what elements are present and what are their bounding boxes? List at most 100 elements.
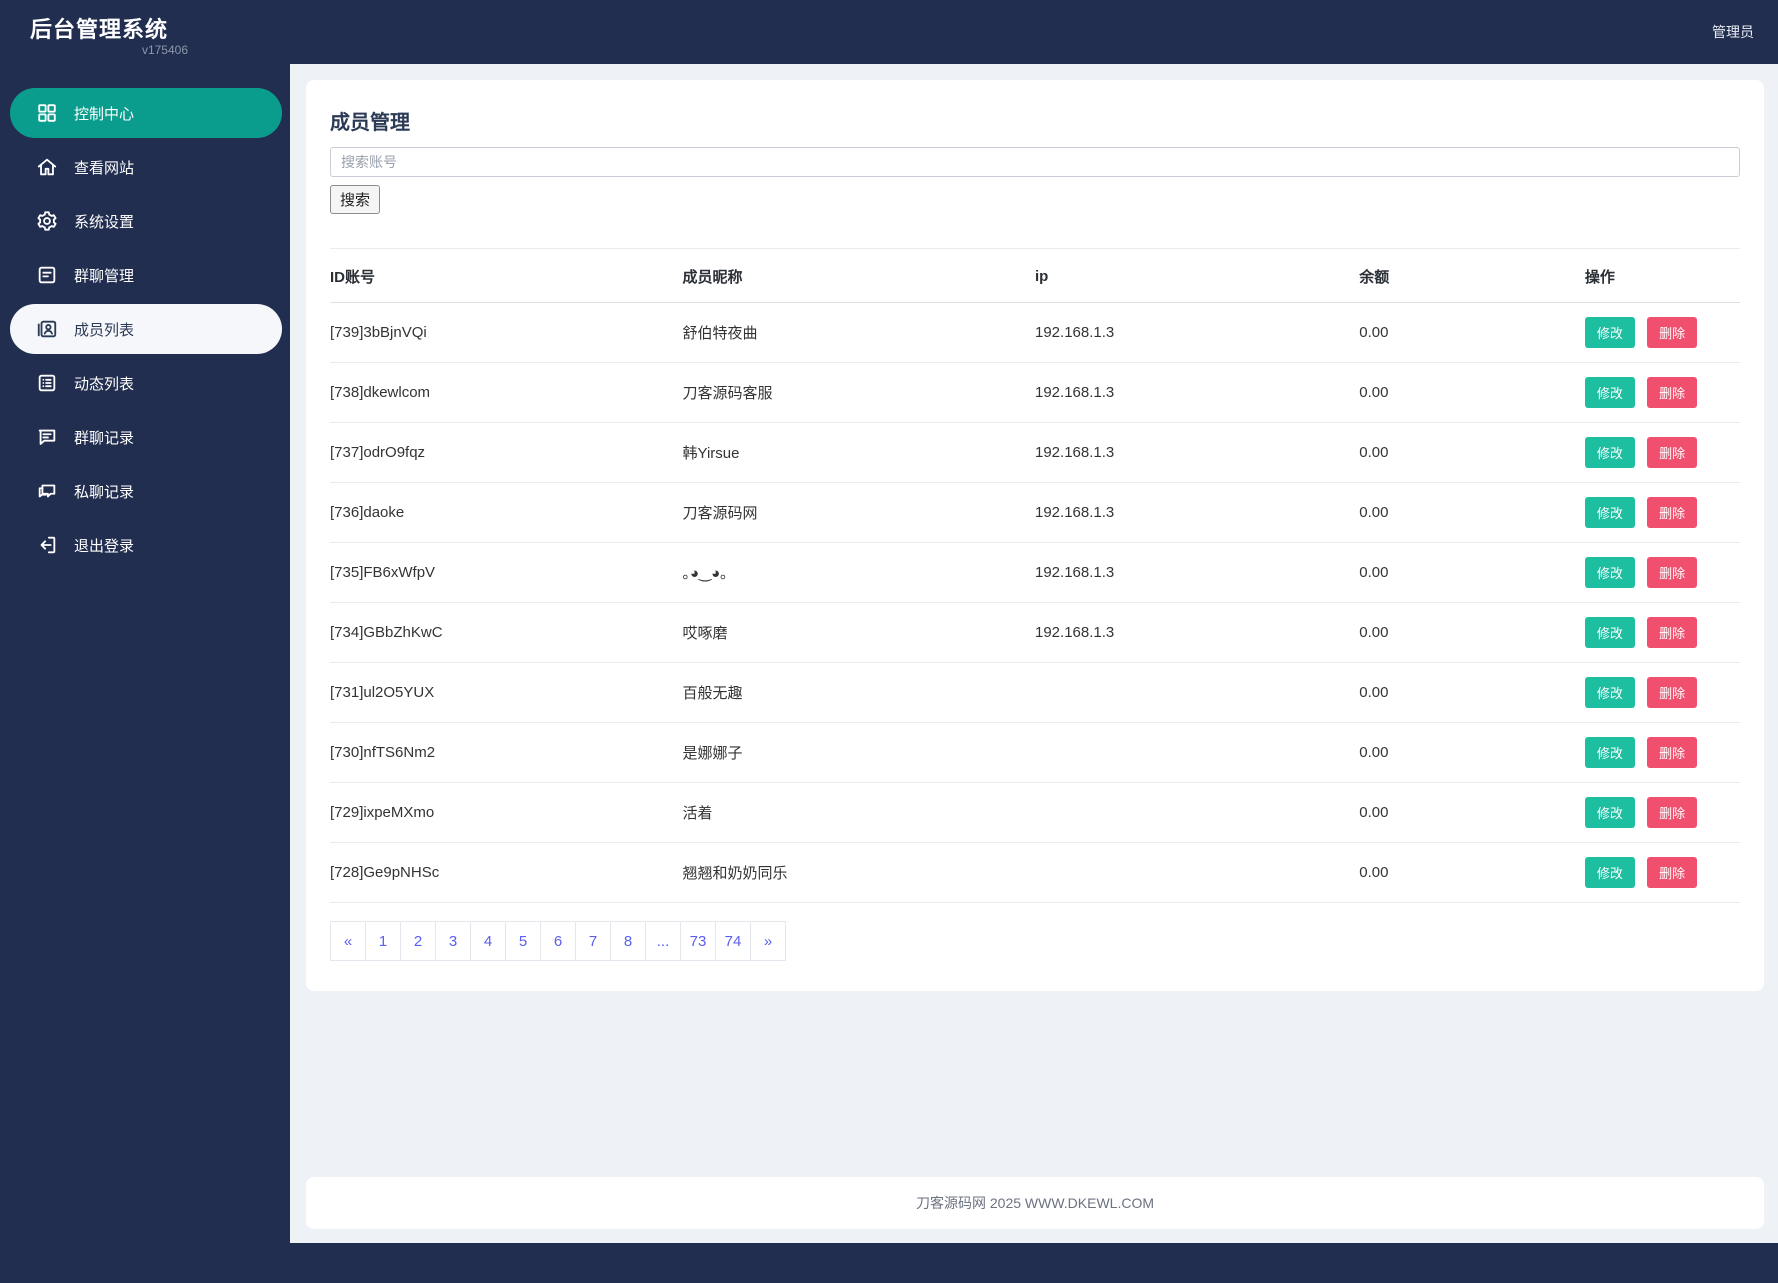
sidebar-item-label: 控制中心 xyxy=(74,105,135,123)
sidebar-item-control-center[interactable]: 控制中心 xyxy=(10,88,282,138)
app-title: 后台管理系统 xyxy=(30,17,169,42)
dashboard-grid-icon xyxy=(36,102,58,124)
search-input[interactable] xyxy=(330,147,1740,177)
cell-nickname: 刀客源码客服 xyxy=(682,362,1035,423)
table-row: [729]ixpeMXmo 活着 0.00 修改 删除 xyxy=(330,782,1740,843)
cell-actions: 修改 删除 xyxy=(1584,362,1740,423)
cell-id: [728]Ge9pNHSc xyxy=(330,842,683,903)
cell-id: [738]dkewlcom xyxy=(330,362,683,423)
delete-button[interactable]: 删除 xyxy=(1647,497,1698,528)
cell-id: [734]GBbZhKwC xyxy=(330,602,683,663)
cell-ip: 192.168.1.3 xyxy=(1035,482,1360,543)
logout-icon xyxy=(36,534,58,556)
sidebar-item-member-list[interactable]: 成员列表 xyxy=(10,304,282,354)
delete-button[interactable]: 删除 xyxy=(1647,437,1698,468)
pagination-page-4[interactable]: 4 xyxy=(470,921,506,961)
content-area: 成员管理 搜索 ID账号 成员昵称 ip 余额 操作 [739]3bBjnVQi… xyxy=(290,64,1778,1243)
pagination-page-7[interactable]: 7 xyxy=(575,921,611,961)
delete-button[interactable]: 删除 xyxy=(1647,677,1698,708)
column-header-nickname: 成员昵称 xyxy=(682,248,1035,303)
pagination-prev[interactable]: « xyxy=(330,921,366,961)
sidebar-item-group-manage[interactable]: 群聊管理 xyxy=(10,250,282,300)
delete-button[interactable]: 删除 xyxy=(1647,617,1698,648)
current-user-label[interactable]: 管理员 xyxy=(1712,24,1754,40)
pagination-page-6[interactable]: 6 xyxy=(540,921,576,961)
edit-button[interactable]: 修改 xyxy=(1584,437,1635,468)
cell-actions: 修改 删除 xyxy=(1584,722,1740,783)
cell-actions: 修改 删除 xyxy=(1584,422,1740,483)
sidebar-item-label: 成员列表 xyxy=(74,321,135,339)
cell-actions: 修改 删除 xyxy=(1584,782,1740,843)
sidebar-item-label: 查看网站 xyxy=(74,159,135,177)
sidebar-nav: 控制中心查看网站系统设置群聊管理成员列表动态列表群聊记录私聊记录退出登录 xyxy=(0,64,290,1283)
cell-nickname: 舒伯特夜曲 xyxy=(682,302,1035,363)
edit-button[interactable]: 修改 xyxy=(1584,797,1635,828)
cell-balance: 0.00 xyxy=(1359,662,1585,723)
top-bar: 后台管理系统 v175406 管理员 xyxy=(0,0,1778,64)
members-table: ID账号 成员昵称 ip 余额 操作 [739]3bBjnVQi 舒伯特夜曲 1… xyxy=(330,248,1740,903)
search-button[interactable]: 搜索 xyxy=(330,185,381,214)
delete-button[interactable]: 删除 xyxy=(1647,377,1698,408)
table-row: [731]ul2O5YUX 百般无趣 0.00 修改 删除 xyxy=(330,662,1740,723)
edit-button[interactable]: 修改 xyxy=(1584,617,1635,648)
cell-balance: 0.00 xyxy=(1359,302,1585,363)
cell-nickname: 翘翘和奶奶同乐 xyxy=(682,842,1035,903)
delete-button[interactable]: 删除 xyxy=(1647,857,1698,888)
sidebar-item-label: 退出登录 xyxy=(74,537,135,555)
delete-button[interactable]: 删除 xyxy=(1647,317,1698,348)
edit-button[interactable]: 修改 xyxy=(1584,317,1635,348)
pagination-page-1[interactable]: 1 xyxy=(365,921,401,961)
member-management-card: 成员管理 搜索 ID账号 成员昵称 ip 余额 操作 [739]3bBjnVQi… xyxy=(306,80,1764,991)
cell-ip: 192.168.1.3 xyxy=(1035,542,1360,603)
cell-nickname: 是娜娜子 xyxy=(682,722,1035,783)
pagination-next[interactable]: » xyxy=(750,921,786,961)
cell-ip: 192.168.1.3 xyxy=(1035,302,1360,363)
table-row: [728]Ge9pNHSc 翘翘和奶奶同乐 0.00 修改 删除 xyxy=(330,842,1740,903)
cell-actions: 修改 删除 xyxy=(1584,542,1740,603)
edit-button[interactable]: 修改 xyxy=(1584,377,1635,408)
edit-button[interactable]: 修改 xyxy=(1584,737,1635,768)
cell-nickname: 韩Yirsue xyxy=(682,422,1035,483)
sidebar-item-system-settings[interactable]: 系统设置 xyxy=(10,196,282,246)
table-row: [735]FB6xWfpV ｡◕‿◕｡ 192.168.1.3 0.00 修改 … xyxy=(330,542,1740,603)
sidebar-item-label: 群聊记录 xyxy=(74,429,135,447)
sidebar-item-label: 动态列表 xyxy=(74,375,135,393)
pagination-page-8[interactable]: 8 xyxy=(610,921,646,961)
cell-id: [735]FB6xWfpV xyxy=(330,542,683,603)
sidebar-item-view-site[interactable]: 查看网站 xyxy=(10,142,282,192)
table-row: [739]3bBjnVQi 舒伯特夜曲 192.168.1.3 0.00 修改 … xyxy=(330,302,1740,363)
cell-id: [730]nfTS6Nm2 xyxy=(330,722,683,783)
sidebar-item-feed-list[interactable]: 动态列表 xyxy=(10,358,282,408)
brand: 后台管理系统 v175406 xyxy=(0,0,290,57)
cell-id: [731]ul2O5YUX xyxy=(330,662,683,723)
table-row: [730]nfTS6Nm2 是娜娜子 0.00 修改 删除 xyxy=(330,722,1740,783)
pagination-page-2[interactable]: 2 xyxy=(400,921,436,961)
pagination-page-5[interactable]: 5 xyxy=(505,921,541,961)
cell-balance: 0.00 xyxy=(1359,422,1585,483)
pagination-page-3[interactable]: 3 xyxy=(435,921,471,961)
sidebar-item-logout[interactable]: 退出登录 xyxy=(10,520,282,570)
delete-button[interactable]: 删除 xyxy=(1647,797,1698,828)
delete-button[interactable]: 删除 xyxy=(1647,557,1698,588)
sidebar-item-private-records[interactable]: 私聊记录 xyxy=(10,466,282,516)
table-header-row: ID账号 成员昵称 ip 余额 操作 xyxy=(330,248,1740,303)
table-row: [734]GBbZhKwC 哎啄磨 192.168.1.3 0.00 修改 删除 xyxy=(330,602,1740,663)
message-square-icon xyxy=(36,264,58,286)
cell-nickname: 哎啄磨 xyxy=(682,602,1035,663)
page-title: 成员管理 xyxy=(330,112,410,134)
cell-balance: 0.00 xyxy=(1359,362,1585,423)
sidebar-item-group-records[interactable]: 群聊记录 xyxy=(10,412,282,462)
topbar-user-area: 管理员 xyxy=(1712,0,1778,42)
home-icon xyxy=(36,156,58,178)
edit-button[interactable]: 修改 xyxy=(1584,557,1635,588)
edit-button[interactable]: 修改 xyxy=(1584,857,1635,888)
pagination-page-74[interactable]: 74 xyxy=(715,921,751,961)
delete-button[interactable]: 删除 xyxy=(1647,737,1698,768)
sidebar-item-label: 系统设置 xyxy=(74,213,135,231)
sidebar-item-label: 群聊管理 xyxy=(74,267,135,285)
table-row: [737]odrO9fqz 韩Yirsue 192.168.1.3 0.00 修… xyxy=(330,422,1740,483)
cell-balance: 0.00 xyxy=(1359,782,1585,843)
edit-button[interactable]: 修改 xyxy=(1584,677,1635,708)
edit-button[interactable]: 修改 xyxy=(1584,497,1635,528)
pagination-page-73[interactable]: 73 xyxy=(680,921,716,961)
